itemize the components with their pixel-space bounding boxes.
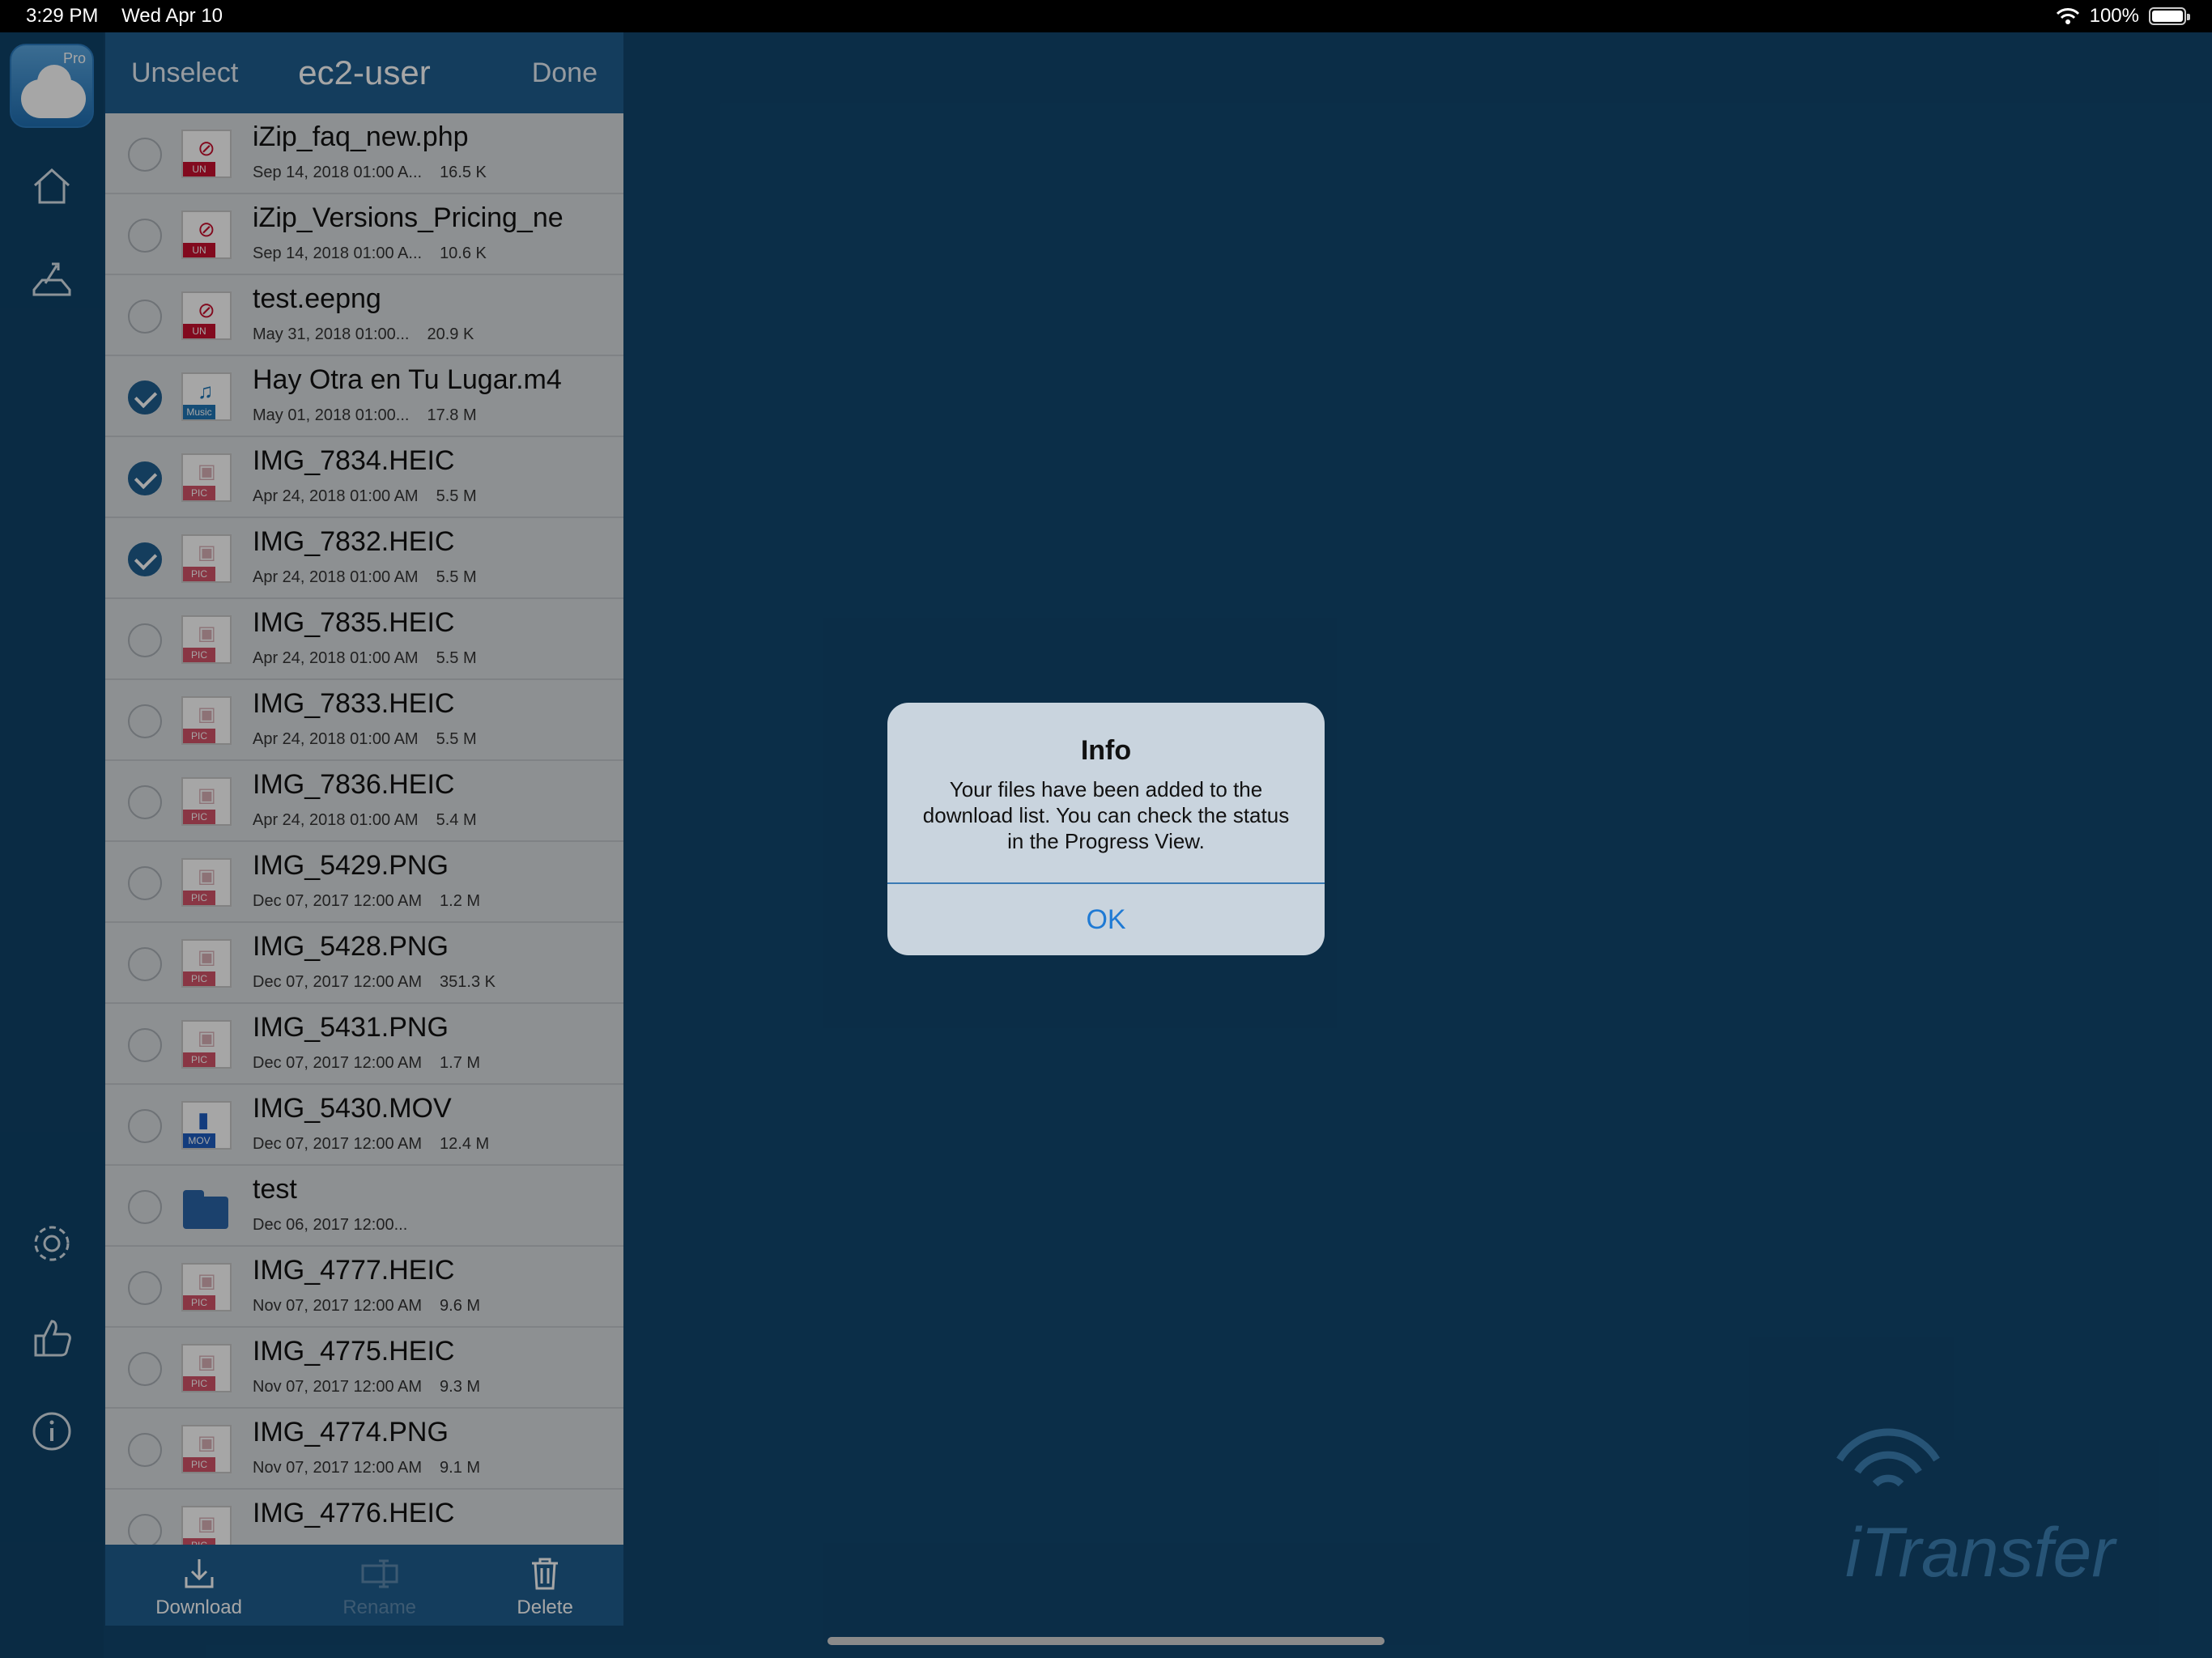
wifi-icon (2056, 8, 2079, 24)
info-dialog: Info Your files have been added to the d… (887, 703, 1325, 955)
battery-percent: 100% (2089, 5, 2139, 27)
wifi-watermark-icon (1836, 1428, 1940, 1487)
dialog-title: Info (1080, 735, 1132, 766)
dialog-message: Your files have been added to the downlo… (922, 777, 1290, 853)
battery-icon (2149, 7, 2190, 25)
home-indicator[interactable] (827, 1637, 1385, 1645)
ok-button[interactable]: OK (887, 884, 1325, 955)
status-time: 3:29 PM (26, 5, 99, 27)
itransfer-watermark: iTransfer (1845, 1514, 2115, 1592)
status-bar: 3:29 PM Wed Apr 10 100% (0, 0, 2212, 32)
status-date: Wed Apr 10 (121, 5, 223, 27)
